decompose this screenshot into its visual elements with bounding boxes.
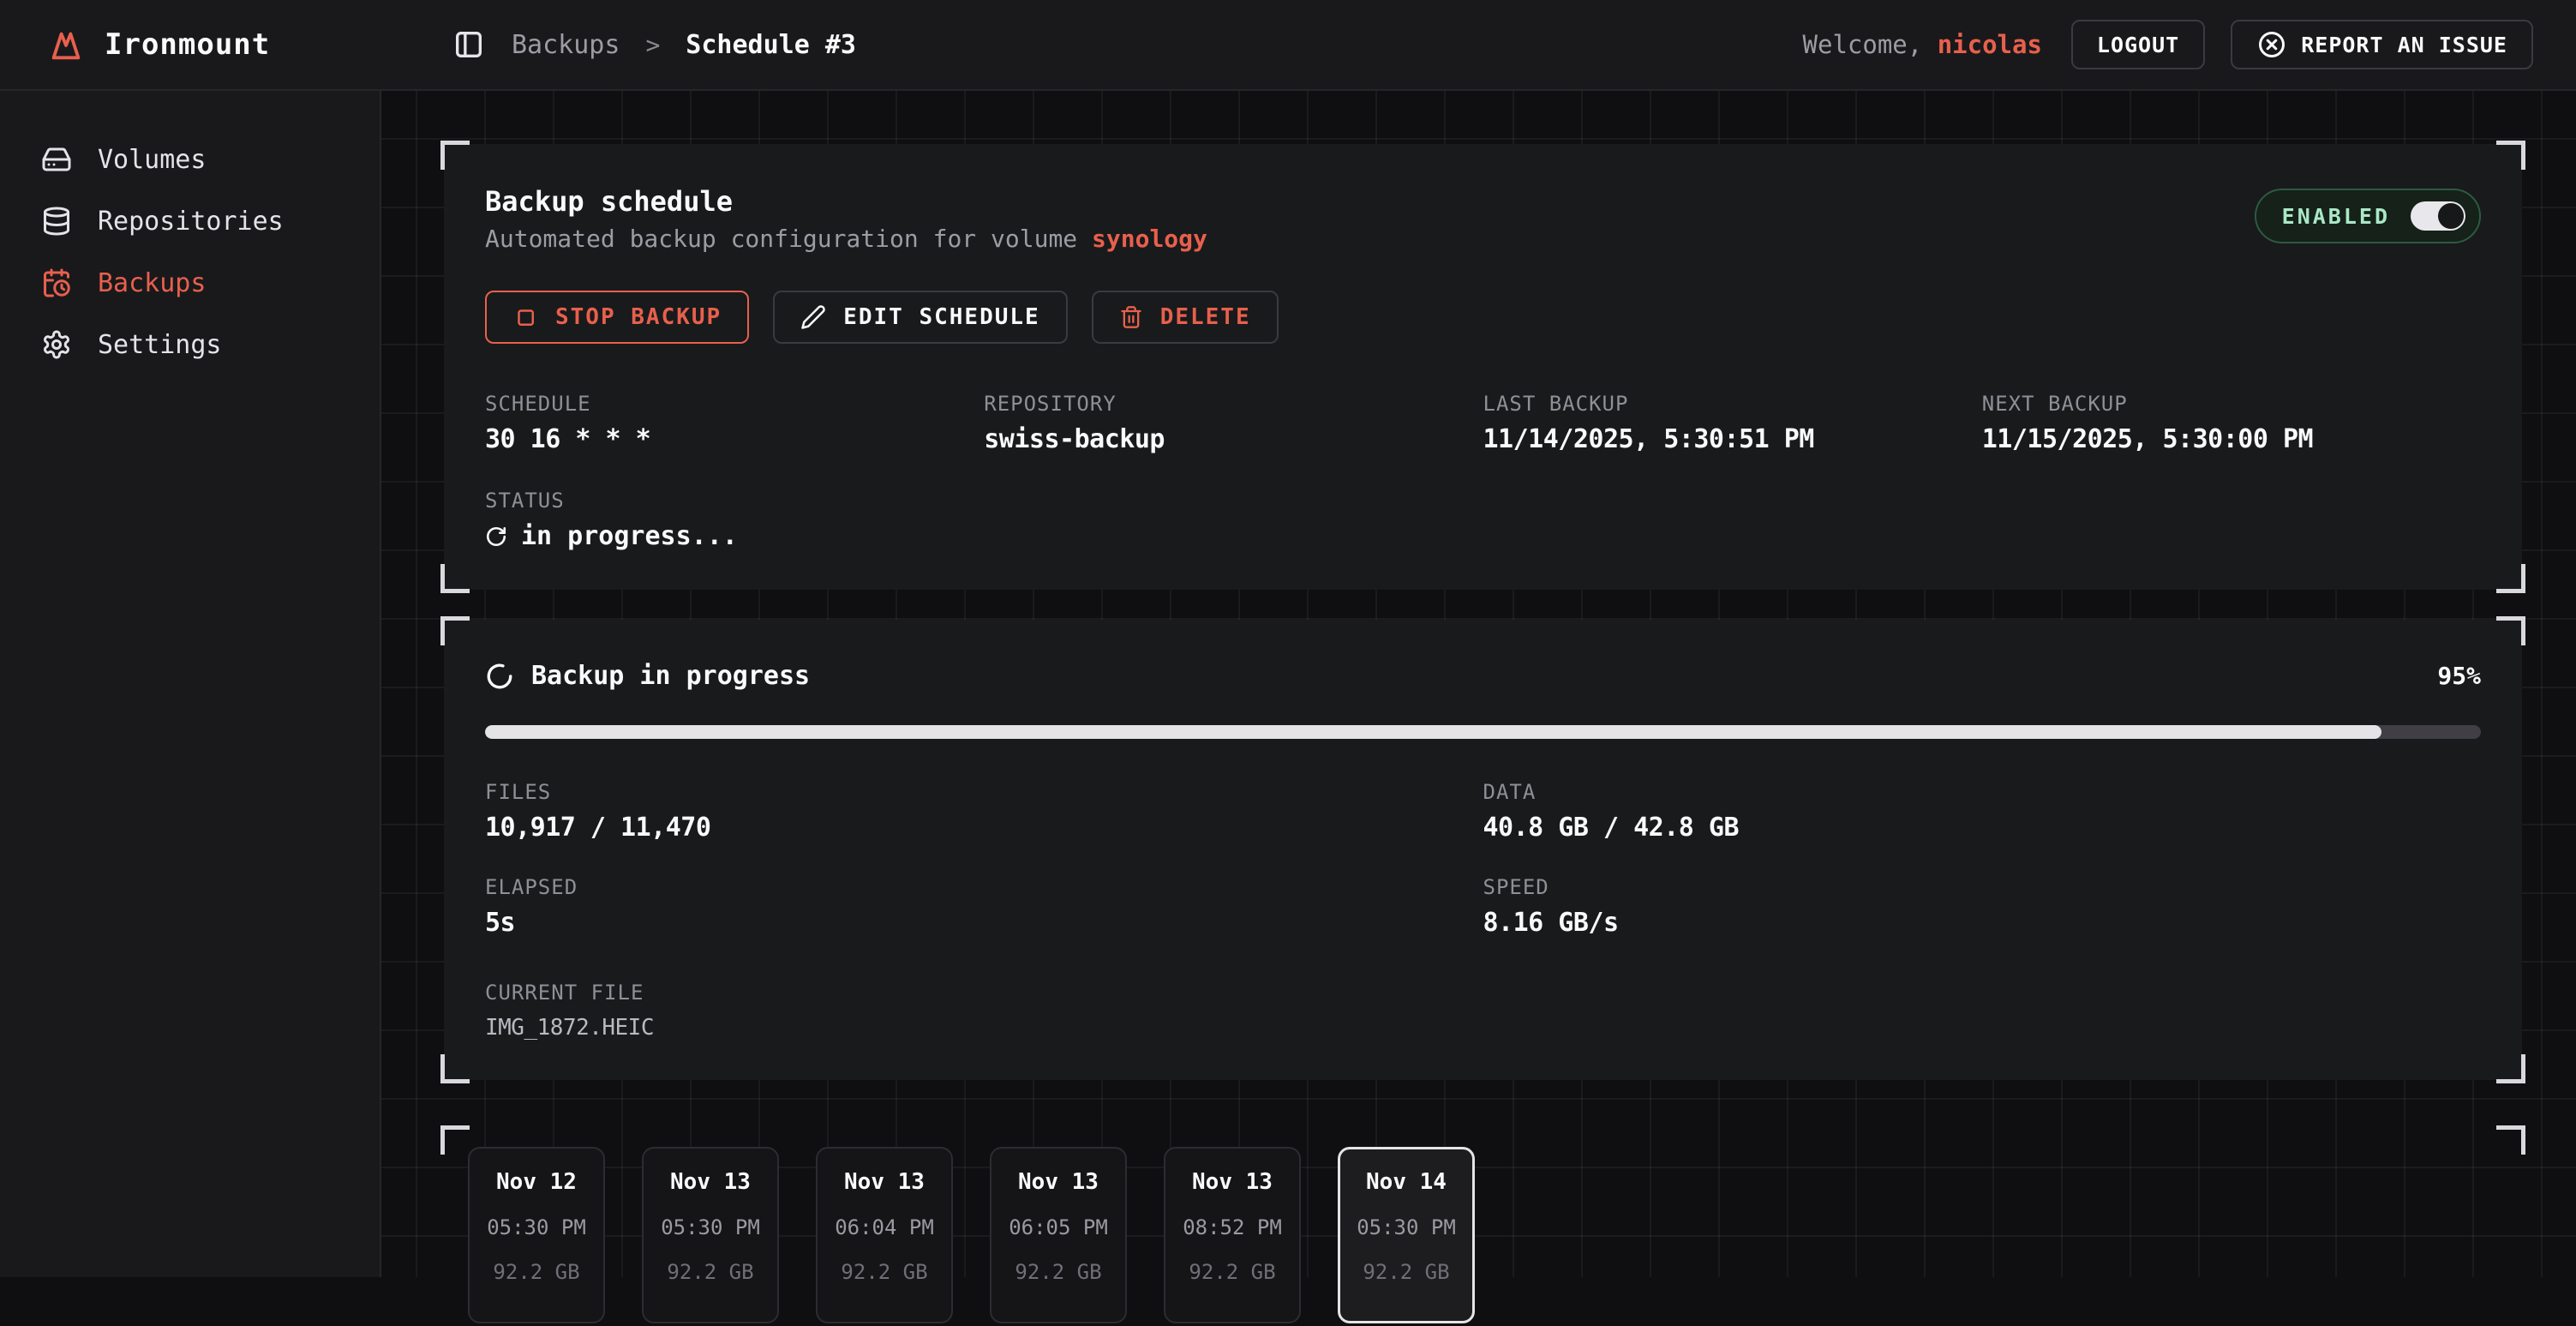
loader-icon [485, 662, 514, 691]
backup-progress-card: Backup in progress 95% FILES 10,917 / 11… [444, 620, 2522, 1080]
schedule-card-subtitle: Automated backup configuration for volum… [485, 225, 2255, 253]
toggle-knob [2438, 203, 2464, 229]
progress-bar [485, 725, 2481, 739]
snapshot-card[interactable]: Nov 13 08:52 PM 92.2 GB [1164, 1147, 1301, 1323]
hard-drive-icon [41, 144, 72, 175]
breadcrumb: Backups > Schedule #3 [452, 27, 856, 62]
snapshot-card[interactable]: Nov 12 05:30 PM 92.2 GB [468, 1147, 605, 1323]
status-block: STATUS in progress... [485, 489, 2481, 551]
snapshot-card-selected[interactable]: Nov 14 05:30 PM 92.2 GB [1338, 1147, 1475, 1323]
breadcrumb-current-page: Schedule #3 [686, 30, 856, 60]
pencil-icon [800, 304, 826, 330]
snapshot-card[interactable]: Nov 13 06:04 PM 92.2 GB [816, 1147, 953, 1323]
spinner-icon [485, 525, 507, 548]
main-content: Backup schedule Automated backup configu… [381, 91, 2576, 1277]
stop-backup-button[interactable]: STOP BACKUP [485, 291, 749, 344]
schedule-card-title: Backup schedule [485, 185, 2255, 218]
backup-schedule-card: Backup schedule Automated backup configu… [444, 144, 2522, 590]
sidebar-item-label: Repositories [98, 207, 284, 237]
breadcrumb-separator: > [645, 31, 660, 59]
current-file-label: CURRENT FILE [485, 981, 2481, 1005]
trash-icon [1119, 305, 1143, 329]
progress-percent: 95% [2437, 662, 2481, 690]
circle-x-icon [2256, 29, 2287, 60]
status-value: in progress... [521, 521, 738, 551]
stop-icon [512, 304, 538, 330]
progress-bar-fill [485, 725, 2381, 739]
field-schedule: SCHEDULE 30 16 * * * [485, 392, 984, 454]
snapshot-row: Nov 12 05:30 PM 92.2 GB Nov 13 05:30 PM … [468, 1147, 2498, 1323]
brand: Ironmount [46, 25, 381, 64]
sidebar-item-label: Backups [98, 268, 206, 298]
field-next-backup: NEXT BACKUP 11/15/2025, 5:30:00 PM [1982, 392, 2481, 454]
breadcrumb-backups-link[interactable]: Backups [512, 30, 620, 60]
stat-speed: SPEED 8.16 GB/s [1483, 875, 2482, 938]
volume-name: synology [1092, 225, 1207, 253]
sidebar-item-volumes[interactable]: Volumes [0, 129, 380, 190]
app-title: Ironmount [105, 27, 270, 62]
snapshot-card[interactable]: Nov 13 05:30 PM 92.2 GB [642, 1147, 779, 1323]
progress-stats: FILES 10,917 / 11,470 DATA 40.8 GB / 42.… [485, 780, 2481, 938]
schedule-fields: SCHEDULE 30 16 * * * REPOSITORY swiss-ba… [485, 392, 2481, 454]
current-file-block: CURRENT FILE IMG_1872.HEIC [485, 981, 2481, 1041]
logout-button[interactable]: LOGOUT [2071, 20, 2205, 69]
stat-files: FILES 10,917 / 11,470 [485, 780, 1483, 843]
calendar-clock-icon [41, 267, 72, 298]
sidebar-item-settings[interactable]: Settings [0, 314, 380, 375]
database-icon [41, 206, 72, 237]
sidebar-item-label: Volumes [98, 145, 206, 175]
status-label: STATUS [485, 489, 2481, 513]
progress-card-title: Backup in progress [531, 661, 810, 691]
snapshot-history-section: Nov 12 05:30 PM 92.2 GB Nov 13 05:30 PM … [444, 1129, 2522, 1326]
snapshot-card[interactable]: Nov 13 06:05 PM 92.2 GB [990, 1147, 1127, 1323]
sidebar-toggle-icon[interactable] [452, 27, 486, 62]
toggle-switch[interactable] [2411, 201, 2465, 231]
welcome-text: Welcome, nicolas [1803, 30, 2042, 59]
mountain-logo-icon [46, 25, 86, 64]
sidebar-item-backups[interactable]: Backups [0, 252, 380, 314]
sidebar: Volumes Repositories Backups [0, 91, 381, 1277]
report-issue-button[interactable]: REPORT AN ISSUE [2231, 20, 2533, 69]
delete-button[interactable]: DELETE [1092, 291, 1279, 344]
username: nicolas [1938, 30, 2042, 59]
sidebar-item-label: Settings [98, 330, 222, 360]
stat-elapsed: ELAPSED 5s [485, 875, 1483, 938]
gear-icon [41, 329, 72, 360]
current-file-value: IMG_1872.HEIC [485, 1015, 2481, 1041]
enabled-label: ENABLED [2282, 204, 2390, 229]
top-bar: Ironmount Backups > Schedule #3 Welcome,… [0, 0, 2576, 91]
field-last-backup: LAST BACKUP 11/14/2025, 5:30:51 PM [1483, 392, 1982, 454]
sidebar-item-repositories[interactable]: Repositories [0, 190, 380, 252]
enabled-toggle[interactable]: ENABLED [2255, 189, 2481, 243]
stat-data: DATA 40.8 GB / 42.8 GB [1483, 780, 2482, 843]
edit-schedule-button[interactable]: EDIT SCHEDULE [773, 291, 1068, 344]
field-repository: REPOSITORY swiss-backup [984, 392, 1483, 454]
